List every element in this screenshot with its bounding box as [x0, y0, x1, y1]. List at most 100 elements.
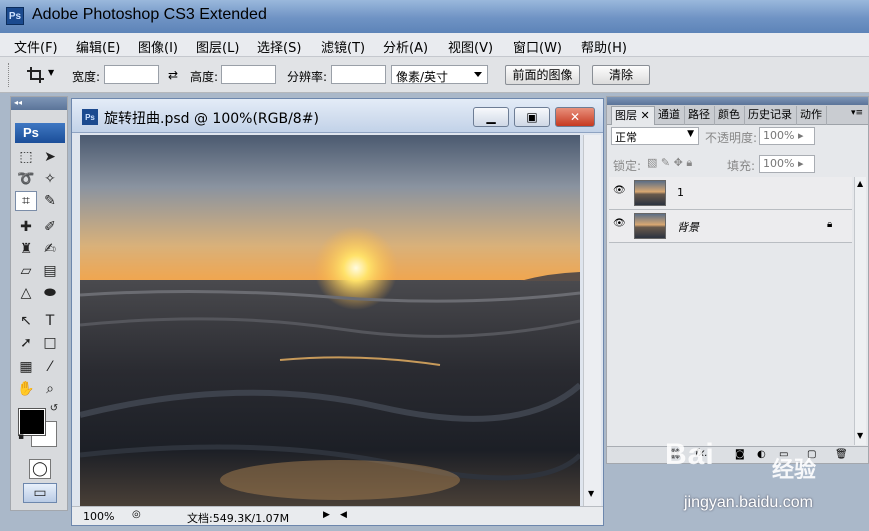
- watermark-text: 经验: [772, 457, 817, 482]
- healing-brush-tool-icon[interactable]: ✚: [15, 217, 37, 237]
- status-menu-icon[interactable]: ◎: [132, 509, 141, 520]
- menu-image[interactable]: 图像(I): [138, 37, 178, 56]
- tab-color[interactable]: 颜色: [715, 106, 745, 125]
- resolution-input[interactable]: [331, 65, 386, 84]
- close-button[interactable]: ✕: [555, 107, 595, 127]
- lock-label: 锁定:: [613, 159, 642, 173]
- tab-actions[interactable]: 动作: [797, 106, 827, 125]
- opacity-input[interactable]: 100% ▸: [759, 127, 815, 145]
- zoom-tool-icon[interactable]: ⌕: [39, 379, 61, 399]
- fill-input[interactable]: 100% ▸: [759, 155, 815, 173]
- height-label: 高度:: [190, 70, 219, 84]
- menu-bar: 文件(F) 编辑(E) 图像(I) 图层(L) 选择(S) 滤镜(T) 分析(A…: [0, 33, 869, 57]
- layer-row[interactable]: 👁︎ 1: [609, 177, 852, 210]
- direct-selection-tool-icon[interactable]: ➚: [15, 333, 37, 353]
- crop-tool-icon[interactable]: [26, 66, 46, 84]
- close-icon: ✕: [569, 110, 581, 124]
- adjustment-layer-icon[interactable]: ◐: [757, 449, 766, 460]
- tool-preset-arrow-icon[interactable]: ▼: [48, 68, 54, 77]
- tab-channels[interactable]: 通道: [655, 106, 685, 125]
- minimize-button[interactable]: ▁: [473, 107, 509, 127]
- dodge-tool-icon[interactable]: ⬬: [39, 283, 61, 303]
- type-tool-icon[interactable]: T: [39, 311, 61, 331]
- path-selection-tool-icon[interactable]: ↖: [15, 311, 37, 331]
- document-title: 旋转扭曲.psd @ 100%(RGB/8#): [104, 111, 319, 127]
- width-label: 宽度:: [72, 70, 101, 84]
- document-info: 文档:549.3K/1.07M: [187, 512, 290, 525]
- menu-file[interactable]: 文件(F): [14, 37, 58, 56]
- blur-tool-icon[interactable]: △: [15, 283, 37, 303]
- menu-layer[interactable]: 图层(L): [196, 37, 239, 56]
- layer-mask-icon[interactable]: ◙: [735, 449, 745, 460]
- resolution-unit-select[interactable]: 像素/英寸: [391, 65, 488, 84]
- scroll-down-icon[interactable]: ▼: [857, 431, 863, 440]
- delete-layer-icon[interactable]: 🗑︎: [835, 449, 848, 460]
- layer-thumbnail: [634, 180, 666, 206]
- lock-icon: 🔒︎: [827, 219, 833, 230]
- menu-select[interactable]: 选择(S): [257, 37, 301, 56]
- front-image-button[interactable]: 前面的图像: [505, 65, 580, 85]
- rectangle-tool-icon[interactable]: □: [39, 333, 61, 353]
- marquee-tool-icon[interactable]: ⬚: [15, 147, 37, 167]
- eyedropper-tool-icon[interactable]: ✎: [39, 191, 61, 211]
- minimize-icon: ▁: [486, 110, 496, 124]
- eyedropper2-tool-icon[interactable]: ⁄: [39, 357, 61, 377]
- menu-view[interactable]: 视图(V): [448, 37, 493, 56]
- canvas-image[interactable]: [80, 135, 580, 507]
- swap-dimensions-icon[interactable]: ⇄: [168, 68, 178, 82]
- width-input[interactable]: [104, 65, 159, 84]
- options-grip[interactable]: [8, 63, 11, 87]
- tab-layers-label: 图层: [615, 109, 637, 122]
- height-input[interactable]: [221, 65, 276, 84]
- clone-stamp-tool-icon[interactable]: ♜: [15, 239, 37, 259]
- default-colors-icon[interactable]: ▪: [15, 431, 27, 443]
- notes-tool-icon[interactable]: ▦: [15, 357, 37, 377]
- zoom-level[interactable]: 100%: [83, 510, 114, 523]
- visibility-eye-icon[interactable]: 👁︎: [613, 218, 627, 232]
- crop-tool-icon[interactable]: ⌗: [15, 191, 37, 211]
- dropdown-arrow-icon: [474, 72, 482, 77]
- document-window: Ps 旋转扭曲.psd @ 100%(RGB/8#) ▁ ▣ ✕ ▼ 100% …: [71, 98, 604, 526]
- quick-mask-icon[interactable]: ◯: [29, 459, 51, 479]
- scroll-down-icon[interactable]: ▼: [588, 489, 594, 498]
- menu-window[interactable]: 窗口(W): [513, 37, 562, 56]
- magic-wand-tool-icon[interactable]: ✧: [39, 169, 61, 189]
- status-arrow-icon[interactable]: ▶: [323, 510, 330, 520]
- tab-paths[interactable]: 路径: [685, 106, 715, 125]
- document-title-bar[interactable]: Ps 旋转扭曲.psd @ 100%(RGB/8#) ▁ ▣ ✕: [72, 99, 603, 133]
- menu-help[interactable]: 帮助(H): [581, 37, 627, 56]
- layer-row[interactable]: 👁︎ 背景 🔒︎: [609, 210, 852, 243]
- hand-tool-icon[interactable]: ✋: [15, 379, 37, 399]
- blend-mode-select[interactable]: 正常 ▼: [611, 127, 699, 145]
- resolution-label: 分辨率:: [287, 70, 328, 84]
- clear-button[interactable]: 清除: [592, 65, 650, 85]
- photoshop-logo-icon: Ps: [6, 7, 24, 25]
- ps-home-button[interactable]: Ps: [15, 123, 65, 143]
- tab-history[interactable]: 历史记录: [745, 106, 797, 125]
- screen-mode-icon[interactable]: ▭: [23, 483, 57, 503]
- menu-filter[interactable]: 滤镜(T): [321, 37, 365, 56]
- menu-edit[interactable]: 编辑(E): [76, 37, 120, 56]
- swap-colors-icon[interactable]: ↺: [47, 402, 61, 414]
- layers-scrollbar[interactable]: ▲ ▼: [854, 177, 866, 445]
- gradient-tool-icon[interactable]: ▤: [39, 261, 61, 281]
- scroll-left-icon[interactable]: ◀: [340, 510, 347, 520]
- layer-thumbnail: [634, 213, 666, 239]
- brush-tool-icon[interactable]: ✐: [39, 217, 61, 237]
- maximize-button[interactable]: ▣: [514, 107, 550, 127]
- lasso-tool-icon[interactable]: ➰: [15, 169, 37, 189]
- toolbox-collapse-icon[interactable]: ◂◂: [11, 97, 67, 110]
- fill-label: 填充:: [727, 159, 756, 173]
- eraser-tool-icon[interactable]: ▱: [15, 261, 37, 281]
- panel-header[interactable]: [607, 97, 868, 105]
- menu-analysis[interactable]: 分析(A): [383, 37, 428, 56]
- lock-icons[interactable]: ▧ ✎ ✥ 🔒︎: [647, 156, 692, 170]
- document-vertical-scrollbar[interactable]: ▼: [583, 135, 601, 507]
- panel-menu-icon[interactable]: ▾≡: [851, 108, 863, 118]
- move-tool-icon[interactable]: ➤: [39, 147, 61, 167]
- scroll-up-icon[interactable]: ▲: [857, 179, 863, 188]
- visibility-eye-icon[interactable]: 👁︎: [613, 185, 627, 199]
- tab-layers[interactable]: 图层 ✕: [611, 106, 655, 125]
- layers-panel-footer: ⛓ fx. ◙ ◐ ▭ ▢ 🗑︎: [607, 446, 868, 463]
- history-brush-tool-icon[interactable]: ✍: [39, 239, 61, 259]
